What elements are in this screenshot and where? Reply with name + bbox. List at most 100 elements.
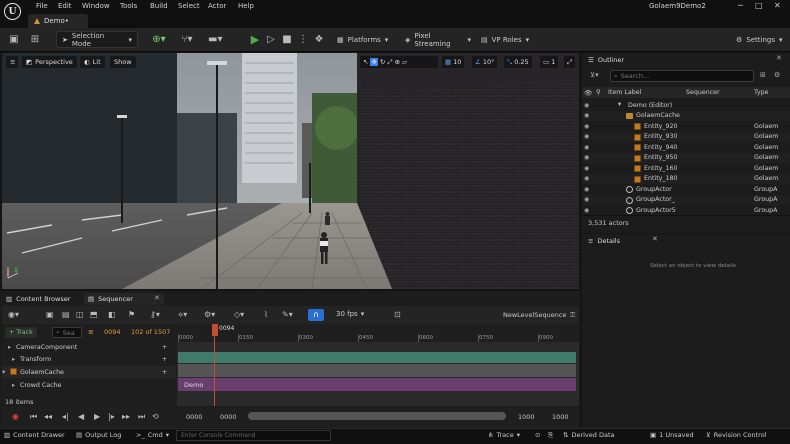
lock-icon[interactable]: ⚲ [596, 89, 601, 96]
viewport-menu-button[interactable]: ≡ [6, 56, 18, 68]
next-frame-icon[interactable]: |▸ [108, 412, 115, 421]
visibility-icon[interactable]: ◉ [584, 165, 589, 172]
maximize-icon[interactable]: □ [755, 1, 763, 10]
level-tab[interactable]: Demo• [28, 14, 88, 28]
curve-icon[interactable]: ⌇ [264, 310, 268, 319]
play-options-icon[interactable]: ⋮ [296, 33, 310, 47]
col-item-label[interactable]: Item Label [608, 89, 641, 96]
visibility-icon[interactable]: ◉ [584, 207, 589, 214]
scale-snap[interactable]: ⤡ 0.25 [504, 56, 532, 68]
outliner-row[interactable]: ◉ GolaemCache [582, 110, 790, 121]
content-browser-tab[interactable]: ▥ Content Browser [2, 293, 75, 305]
outliner-search-input[interactable]: ⌕ Search... [610, 70, 754, 82]
selection-mode-dropdown[interactable]: ➤ Selection Mode ▾ [56, 31, 138, 48]
menu-edit[interactable]: Edit [58, 2, 72, 10]
menu-help[interactable]: Help [238, 2, 254, 10]
add-icon[interactable]: + [162, 369, 167, 376]
details-tab[interactable]: ≡ Details [584, 235, 624, 247]
launch-icon[interactable]: ❖ [312, 33, 326, 47]
render-cmd-icon[interactable]: ⊙ [535, 431, 540, 439]
world-icon[interactable]: ⊕ [395, 58, 400, 66]
outliner-tab[interactable]: ☰ Outliner [584, 54, 629, 66]
derived-data-button[interactable]: ⇅ Derived Data [563, 431, 615, 439]
play-icon[interactable]: ▶ [94, 412, 100, 421]
jump-end-icon[interactable]: ⏭ [138, 412, 145, 422]
camera-speed[interactable]: ▭ 1 [540, 56, 559, 68]
track-row[interactable]: ▸ Crowd Cache [2, 379, 176, 391]
cmd-dropdown[interactable]: >_ Cmd ▾ [136, 431, 169, 439]
golaem-section[interactable] [178, 364, 576, 377]
content-icon[interactable]: ⊞ [28, 33, 42, 47]
prev-frame-icon[interactable]: ◂| [62, 412, 69, 421]
snap-toggle-icon[interactable]: ∩ [308, 309, 324, 321]
visibility-icon[interactable]: 👁 [584, 89, 592, 97]
actions-icon[interactable]: ⚑ [128, 310, 135, 319]
reverse-icon[interactable]: ◀ [78, 412, 84, 421]
current-frame[interactable]: 0094 [104, 328, 121, 336]
output-log-button[interactable]: ▤ Output Log [76, 431, 121, 439]
scale-icon[interactable]: ⤢ [387, 58, 392, 67]
revision-control-button[interactable]: ⊻ Revision Control [706, 431, 767, 439]
browse-icon[interactable]: ▤ [62, 310, 70, 319]
settings-dropdown[interactable]: ⚙ Settings ▾ [731, 31, 787, 48]
step-icon[interactable]: ▷ [264, 33, 278, 47]
col-sequencer[interactable]: Sequencer [686, 89, 720, 96]
add-icon[interactable]: + [162, 356, 167, 363]
minimize-icon[interactable]: ─ [738, 1, 743, 10]
play-icon[interactable]: ▶ [248, 33, 262, 47]
col-type[interactable]: Type [754, 89, 768, 96]
visibility-icon[interactable]: ◉ [584, 123, 589, 130]
outliner-row[interactable]: ◉ ▾ Demo (Editor) [582, 100, 790, 111]
surface-snap-icon[interactable]: ▱ [402, 58, 407, 66]
menu-build[interactable]: Build [150, 2, 168, 10]
add-icon[interactable]: + [162, 344, 167, 351]
close-icon[interactable]: ✕ [154, 294, 160, 302]
rotate-icon[interactable]: ↻ [380, 58, 385, 66]
playback-options-icon[interactable]: ⚙▾ [204, 310, 215, 319]
filter-icon[interactable]: ⊻▾ [590, 71, 599, 79]
key-icon[interactable]: ⚷▾ [150, 310, 160, 319]
outliner-row[interactable]: ◉ Entity_160 Golaem [582, 163, 790, 174]
level-viewport[interactable]: Z X ≡ ◩Perspective ◐Lit Show ↖ ✥ ↻ ⤢ ⊕ ▱… [2, 53, 579, 289]
menu-window[interactable]: Window [82, 2, 110, 10]
menu-select[interactable]: Select [178, 2, 200, 10]
lit-button[interactable]: ◐ Lit [80, 56, 105, 68]
outliner-row[interactable]: ◉ Entity_930 Golaem [582, 131, 790, 142]
expand-icon[interactable]: ▸ [12, 356, 15, 363]
outliner-row[interactable]: ◉ Entity_950 Golaem [582, 152, 790, 163]
grid-snap[interactable]: ▦ 10 [442, 56, 465, 68]
close-icon[interactable]: ✕ [776, 54, 782, 62]
visibility-icon[interactable]: ◉ [584, 175, 589, 182]
menu-tools[interactable]: Tools [120, 2, 137, 10]
visibility-icon[interactable]: ◉ [584, 154, 589, 161]
source-control-icon[interactable]: ⎘ [548, 431, 553, 440]
range-start[interactable]: 0000 [186, 413, 203, 421]
cinematics-icon[interactable]: ▬▾ [208, 33, 222, 47]
visibility-icon[interactable]: ◉ [584, 112, 589, 119]
expand-icon[interactable]: ▾ [2, 369, 5, 376]
menu-file[interactable]: File [36, 2, 48, 10]
save-icon[interactable]: ▣ [46, 310, 54, 319]
trace-dropdown[interactable]: ⋔ Trace ▾ [488, 431, 520, 439]
key-diamond-icon[interactable]: ◇▾ [234, 310, 244, 319]
prev-key-icon[interactable]: ◂◂ [44, 412, 52, 421]
lock-icon[interactable]: ⚿ [570, 311, 575, 320]
unreal-logo-icon[interactable]: U [4, 3, 21, 20]
outliner-row[interactable]: ◉ Entity_940 Golaem [582, 142, 790, 153]
blueprint-icon[interactable]: ⑂▾ [180, 33, 194, 47]
perspective-button[interactable]: ◩ Perspective [22, 56, 77, 68]
range-end[interactable]: 1000 [552, 413, 569, 421]
transform-tools[interactable]: ↖ ✥ ↻ ⤢ ⊕ ▱ [360, 56, 438, 68]
add-folder-icon[interactable]: ⊞ [760, 71, 766, 79]
save-icon[interactable]: ▣ [7, 33, 21, 47]
view-end[interactable]: 1000 [518, 413, 535, 421]
track-row[interactable]: ▾ GolaemCache + [2, 366, 176, 378]
show-button[interactable]: Show [110, 56, 136, 68]
close-icon[interactable]: ✕ [652, 235, 658, 243]
timeline-scrollbar[interactable] [248, 412, 506, 420]
next-key-icon[interactable]: ▸▸ [122, 412, 130, 421]
pixel-streaming-dropdown[interactable]: ◈ Pixel Streaming ▾ [400, 31, 476, 48]
stop-icon[interactable]: ■ [280, 33, 294, 47]
sequencer-tab[interactable]: ▤ Sequencer [84, 293, 164, 305]
track-search-input[interactable]: ⌕ Sea [52, 327, 82, 338]
